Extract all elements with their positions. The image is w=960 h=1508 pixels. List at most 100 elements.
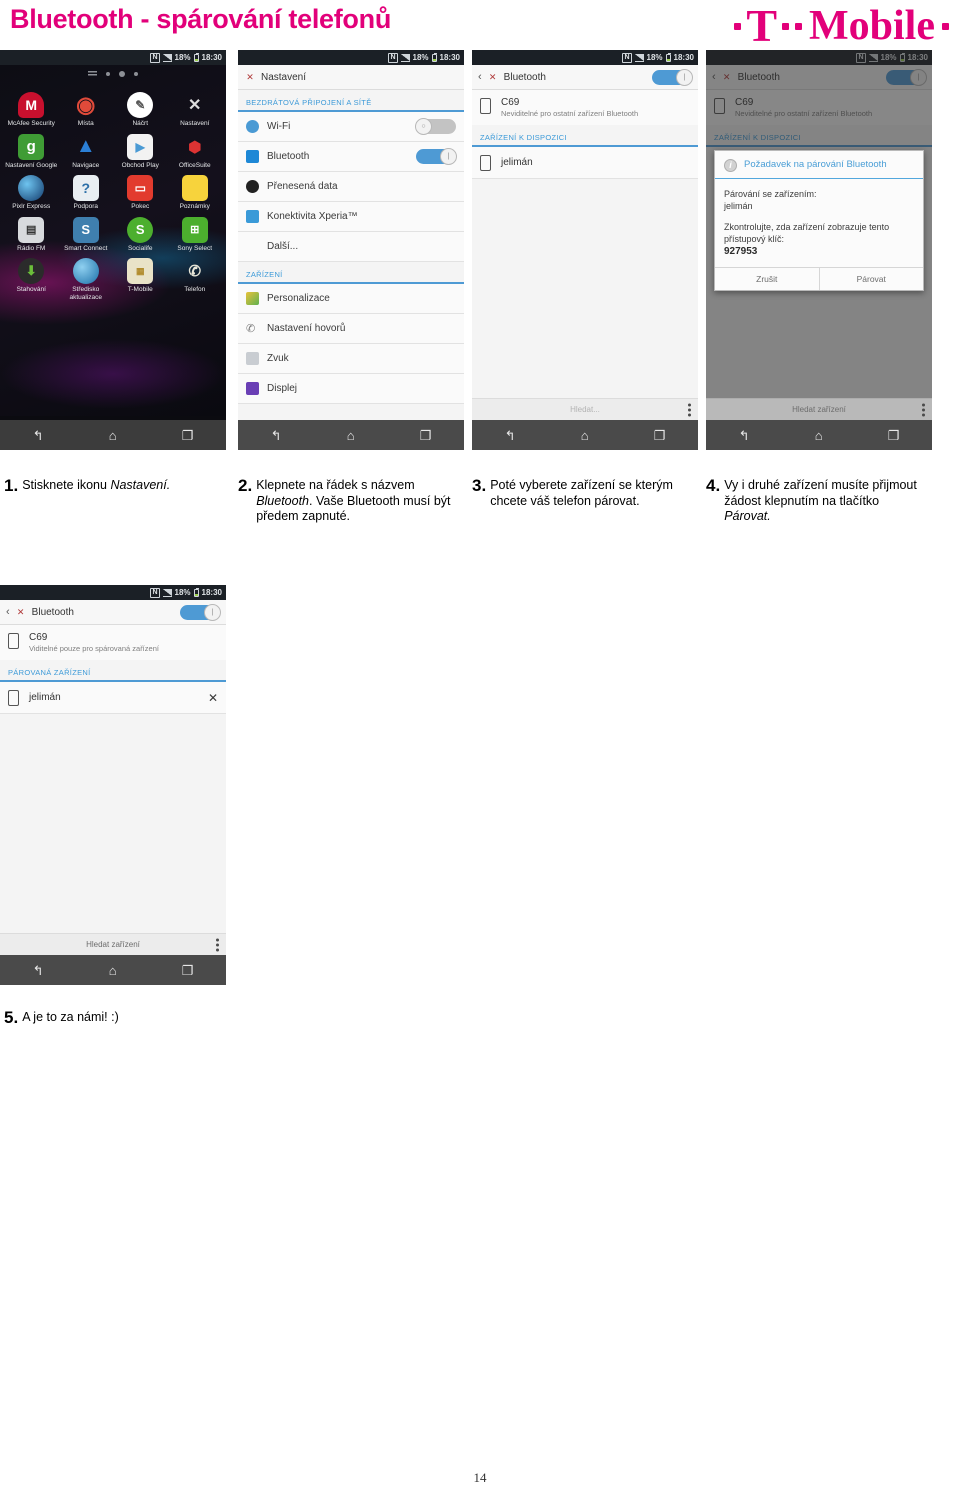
notes-icon (181, 175, 208, 201)
home-icon[interactable]: ⌂ (109, 964, 117, 977)
settings-row-bluetooth[interactable]: Bluetooth | (238, 142, 464, 172)
home-icon[interactable]: ⌂ (347, 429, 355, 442)
page-dot-icon[interactable] (134, 71, 138, 76)
device-row-jeliman[interactable]: jelimán (472, 147, 698, 179)
app-label: Socialife (127, 244, 153, 252)
settings-row-sound[interactable]: Zvuk (238, 344, 464, 374)
settings-row-wifi[interactable]: Wi-Fi ○ (238, 112, 464, 142)
signal-icon (634, 53, 644, 62)
step-caption-2: 2. Klepnete na řádek s názvem Bluetooth.… (238, 476, 453, 525)
app-label: Telefon (184, 286, 206, 293)
recents-icon[interactable]: ❐ (420, 429, 432, 442)
pairing-line1: Párování se zařízením: (724, 189, 817, 199)
back-icon[interactable]: ↰ (33, 429, 44, 442)
menu-bars-icon[interactable] (88, 70, 97, 77)
back-icon[interactable]: ↰ (505, 429, 516, 442)
settings-wrench-icon[interactable]: ✕ (208, 691, 218, 705)
back-icon[interactable]: ↰ (739, 429, 750, 442)
officesuite-icon: ⬢ (188, 138, 202, 156)
phone-device-icon (480, 98, 491, 114)
step-number: 2. (238, 476, 253, 495)
bluetooth-toggle[interactable]: | (652, 68, 693, 86)
app-item-obchod-play[interactable]: ▶ Obchod Play (113, 128, 168, 170)
bluetooth-toggle[interactable]: | (416, 148, 457, 165)
scan-label[interactable]: Hledat zařízení (792, 405, 846, 414)
recents-icon[interactable]: ❐ (182, 429, 194, 442)
passkey-block: Zkontrolujte, zda zařízení zobrazuje ten… (724, 221, 914, 258)
settings-row-more[interactable]: Další... (238, 232, 464, 262)
settings-row-data-usage[interactable]: Přenesená data (238, 172, 464, 202)
settings-row-call-settings[interactable]: ✆ Nastavení hovorů (238, 314, 464, 344)
my-device-row[interactable]: C69 Neviditelné pro ostatní zařízení Blu… (472, 90, 698, 125)
app-item-mista[interactable]: ◉ Místa (59, 86, 114, 128)
app-item-pixlr-express[interactable]: Pixlr Express (4, 169, 59, 211)
logo-dot-icon (734, 22, 742, 30)
settings-screen: N 18% 18:30 ✕ Nastavení BEZDRÁTOVÁ PŘIPO… (238, 50, 464, 450)
app-item-poznamky[interactable]: Poznámky (168, 169, 223, 211)
app-row: ▤ Rádio FM S Smart Connect S Socialife ⊞… (4, 211, 222, 253)
app-item-officesuite[interactable]: ⬢ OfficeSuite (168, 128, 223, 170)
navigation-bar: ↰ ⌂ ❐ (0, 420, 226, 450)
overflow-menu-icon[interactable] (216, 938, 219, 951)
page-indicator[interactable] (0, 65, 226, 82)
app-item-radio-fm[interactable]: ▤ Rádio FM (4, 211, 59, 253)
phone-device-icon (480, 155, 491, 171)
app-item-telefon[interactable]: ✆ Telefon (168, 252, 223, 301)
back-chevron-icon[interactable]: ‹ (6, 606, 10, 618)
back-icon[interactable]: ↰ (271, 429, 282, 442)
navigation-bar: ↰ ⌂ ❐ (472, 420, 698, 450)
app-item-mcafee[interactable]: M McAfee Security (4, 86, 59, 128)
battery-icon (193, 52, 199, 62)
bluetooth-toggle[interactable]: | (180, 603, 221, 621)
toggle-knob: | (440, 148, 457, 165)
settings-row-personalization[interactable]: Personalizace (238, 284, 464, 314)
app-item-pokec[interactable]: ▭ Pokec (113, 169, 168, 211)
home-icon[interactable]: ⌂ (815, 429, 823, 442)
app-item-nastaveni-google[interactable]: g Nastavení Google (4, 128, 59, 170)
settings-wrench-icon: ✕ (488, 71, 497, 82)
my-device-info: C69 Neviditelné pro ostatní zařízení Blu… (501, 97, 638, 118)
app-item-nastaveni[interactable]: ✕ Nastavení (168, 86, 223, 128)
settings-row-display[interactable]: Displej (238, 374, 464, 404)
row-label: Další... (267, 241, 299, 252)
recents-icon[interactable]: ❐ (182, 964, 194, 977)
app-item-sony-select[interactable]: ⊞ Sony Select (168, 211, 223, 253)
page-dot-active-icon[interactable] (119, 70, 125, 77)
home-icon[interactable]: ⌂ (581, 429, 589, 442)
device-row-jeliman[interactable]: jelimán ✕ (0, 682, 226, 714)
sound-icon (246, 352, 259, 365)
home-icon[interactable]: ⌂ (109, 429, 117, 442)
app-item-stredisko-aktualizace[interactable]: Středisko aktualizace (59, 252, 114, 301)
scan-label[interactable]: Hledat... (570, 405, 600, 414)
toggle-knob: | (204, 603, 221, 621)
section-header-available: ZAŘÍZENÍ K DISPOZICI (472, 125, 698, 147)
screenshot-settings: N 18% 18:30 ✕ Nastavení BEZDRÁTOVÁ PŘIPO… (238, 50, 464, 450)
app-label: T-Mobile (127, 286, 153, 293)
app-item-nacrt[interactable]: ✎ Náčrt (113, 86, 168, 128)
app-item-stahovani[interactable]: ⬇ Stahování (4, 252, 59, 301)
step-emphasis: Nastavení. (110, 478, 171, 492)
back-icon[interactable]: ↰ (33, 964, 44, 977)
app-item-navigace[interactable]: ▲ Navigace (59, 128, 114, 170)
app-item-t-mobile[interactable]: ▦ T-Mobile (113, 252, 168, 301)
my-device-subtitle: Neviditelné pro ostatní zařízení Bluetoo… (501, 109, 639, 118)
recents-icon[interactable]: ❐ (654, 429, 666, 442)
recents-icon[interactable]: ❐ (888, 429, 900, 442)
pair-button[interactable]: Párovat (818, 268, 924, 290)
app-item-socialife[interactable]: S Socialife (113, 211, 168, 253)
overflow-menu-icon[interactable] (922, 403, 925, 416)
app-item-smart-connect[interactable]: S Smart Connect (59, 211, 114, 253)
app-item-podpora[interactable]: ? Podpora (59, 169, 114, 211)
overflow-menu-icon[interactable] (688, 403, 691, 416)
cancel-button[interactable]: Zrušit (715, 268, 819, 290)
settings-row-xperia-connectivity[interactable]: Konektivita Xperia™ (238, 202, 464, 232)
app-label: McAfee Security (7, 120, 55, 127)
google-settings-icon: g (18, 133, 45, 160)
row-label: Wi-Fi (267, 121, 291, 132)
scan-label[interactable]: Hledat zařízení (86, 940, 140, 949)
back-chevron-icon[interactable]: ‹ (478, 71, 482, 83)
wifi-toggle[interactable]: ○ (415, 118, 456, 135)
clock: 18:30 (673, 53, 694, 62)
my-device-row[interactable]: C69 Viditelné pouze pro spárovaná zaříze… (0, 625, 226, 660)
page-dot-icon[interactable] (106, 71, 110, 76)
